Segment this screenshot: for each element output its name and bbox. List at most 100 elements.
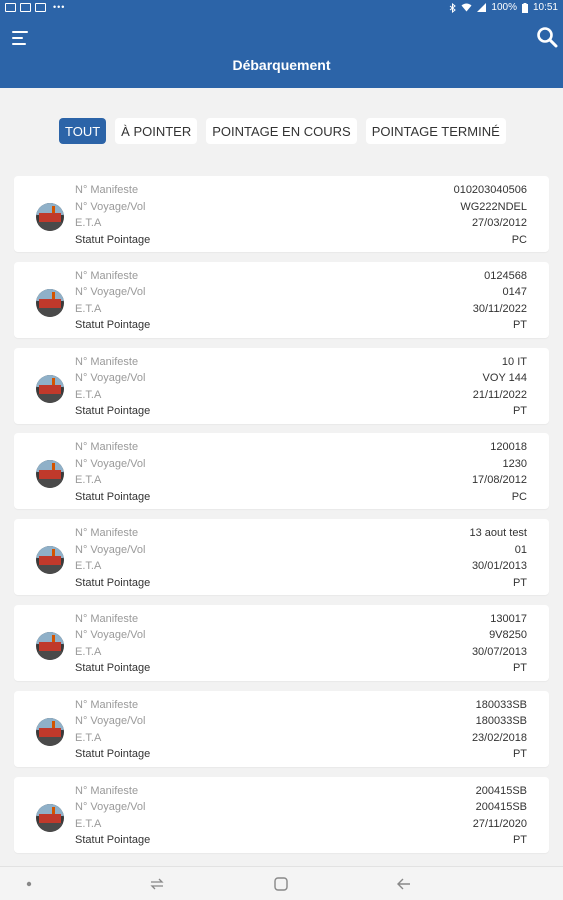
bluetooth-icon (450, 2, 457, 13)
manifeste-label: N° Manifeste (75, 269, 139, 282)
manifeste-label: N° Manifeste (75, 355, 139, 368)
notification-icons: ••• (5, 2, 65, 12)
voyage-value: WG222NDEL (460, 200, 527, 213)
battery-icon (521, 2, 528, 13)
hamburger-menu-icon[interactable] (12, 31, 28, 45)
statut-label: Statut Pointage (75, 233, 151, 246)
manifeste-value: 010203040506 (453, 184, 527, 196)
ship-thumbnail (36, 460, 64, 489)
voyage-value: 180033SB (475, 715, 527, 728)
list-item[interactable]: N° Manifeste N° Voyage/Vol E.T.A Statut … (14, 604, 549, 681)
manifeste-label: N° Manifeste (75, 184, 139, 196)
back-icon[interactable] (396, 876, 412, 892)
recent-apps-icon[interactable] (149, 876, 165, 892)
list-item[interactable]: N° Manifeste N° Voyage/Vol E.T.A Statut … (14, 261, 549, 338)
eta-label: E.T.A (75, 217, 102, 229)
statut-label: Statut Pointage (75, 748, 151, 761)
statut-label: Statut Pointage (75, 834, 151, 847)
voyage-value: 9V8250 (489, 629, 527, 642)
eta-value: 30/11/2022 (472, 302, 527, 315)
voyage-label: N° Voyage/Vol (75, 715, 146, 728)
eta-value: 27/03/2012 (471, 217, 527, 229)
statut-value: PT (512, 319, 527, 332)
voyage-label: N° Voyage/Vol (75, 543, 146, 556)
eta-label: E.T.A (75, 817, 102, 830)
eta-value: 21/11/2022 (472, 388, 527, 401)
video-notification-icon (20, 2, 31, 12)
wifi-icon (461, 3, 472, 12)
ship-thumbnail (36, 717, 64, 746)
ship-thumbnail (36, 288, 64, 317)
system-nav-bar (0, 866, 563, 900)
tab-tout[interactable]: TOUT (59, 118, 107, 144)
system-icons: 100% 10:51 (449, 2, 558, 13)
clock: 10:51 (532, 2, 558, 13)
eta-label: E.T.A (75, 302, 102, 315)
manifeste-value: 0124568 (484, 269, 527, 282)
voyage-label: N° Voyage/Vol (75, 286, 146, 299)
tab-a-pointer[interactable]: À POINTER (115, 118, 198, 144)
app-bar: Débarquement (0, 17, 563, 88)
eta-value: 23/02/2018 (471, 731, 527, 744)
message-notification-icon (35, 2, 46, 12)
eta-value: 27/11/2020 (472, 817, 527, 830)
manifeste-label: N° Manifeste (75, 784, 139, 797)
ship-thumbnail (36, 631, 64, 660)
voyage-value: 1230 (502, 457, 527, 470)
ship-thumbnail (36, 374, 64, 403)
filter-tabs: TOUT À POINTER POINTAGE EN COURS POINTAG… (59, 118, 506, 144)
voyage-value: 01 (514, 543, 527, 556)
statut-value: PT (512, 662, 527, 675)
more-notifications-icon: ••• (53, 2, 66, 12)
ship-thumbnail (36, 203, 64, 231)
voyage-value: 200415SB (475, 801, 527, 814)
list-item[interactable]: N° Manifeste N° Voyage/Vol E.T.A Statut … (14, 690, 549, 767)
eta-value: 30/07/2013 (471, 645, 527, 658)
eta-label: E.T.A (75, 645, 102, 658)
voyage-label: N° Voyage/Vol (75, 372, 146, 385)
manifeste-value: 200415SB (475, 784, 527, 797)
voyage-value: VOY 144 (482, 372, 527, 385)
statut-label: Statut Pointage (75, 576, 151, 589)
voyage-label: N° Voyage/Vol (75, 801, 146, 814)
statut-label: Statut Pointage (75, 319, 151, 332)
tab-pointage-termine[interactable]: POINTAGE TERMINÉ (365, 118, 506, 144)
voyage-label: N° Voyage/Vol (75, 629, 146, 642)
manifeste-label: N° Manifeste (75, 612, 139, 625)
ship-thumbnail (36, 803, 64, 832)
home-icon[interactable] (273, 876, 289, 892)
voyage-label: N° Voyage/Vol (75, 200, 146, 213)
statut-label: Statut Pointage (75, 490, 151, 503)
search-icon[interactable] (535, 25, 559, 49)
gallery-notification-icon (5, 2, 16, 12)
page-title: Débarquement (232, 57, 331, 73)
list-item[interactable]: N° Manifeste N° Voyage/Vol E.T.A Statut … (14, 776, 549, 853)
manifeste-value: 130017 (490, 612, 527, 625)
manifeste-value: 13 aout test (469, 527, 528, 540)
statut-value: PT (512, 834, 527, 847)
eta-value: 17/08/2012 (471, 474, 527, 487)
manifeste-label: N° Manifeste (75, 698, 139, 711)
manifeste-value: 120018 (490, 441, 527, 454)
eta-label: E.T.A (75, 388, 102, 401)
statut-value: PT (512, 405, 527, 418)
statut-label: Statut Pointage (75, 405, 151, 418)
tab-pointage-en-cours[interactable]: POINTAGE EN COURS (206, 118, 357, 144)
statut-label: Statut Pointage (75, 662, 151, 675)
manifest-list: N° Manifeste N° Voyage/Vol E.T.A Statut … (14, 176, 549, 862)
eta-value: 30/01/2013 (471, 560, 527, 573)
list-item[interactable]: N° Manifeste N° Voyage/Vol E.T.A Statut … (14, 176, 549, 252)
list-item[interactable]: N° Manifeste N° Voyage/Vol E.T.A Statut … (14, 433, 549, 510)
eta-label: E.T.A (75, 474, 102, 487)
list-item[interactable]: N° Manifeste N° Voyage/Vol E.T.A Statut … (14, 519, 549, 596)
eta-label: E.T.A (75, 560, 102, 573)
signal-icon (477, 3, 487, 12)
manifeste-label: N° Manifeste (75, 527, 139, 540)
list-item[interactable]: N° Manifeste N° Voyage/Vol E.T.A Statut … (14, 347, 549, 424)
eta-label: E.T.A (75, 731, 102, 744)
nav-dot-icon[interactable] (26, 881, 32, 887)
statut-value: PC (511, 233, 527, 246)
voyage-value: 0147 (502, 286, 527, 299)
manifeste-value: 10 IT (501, 355, 527, 368)
manifeste-value: 180033SB (475, 698, 527, 711)
